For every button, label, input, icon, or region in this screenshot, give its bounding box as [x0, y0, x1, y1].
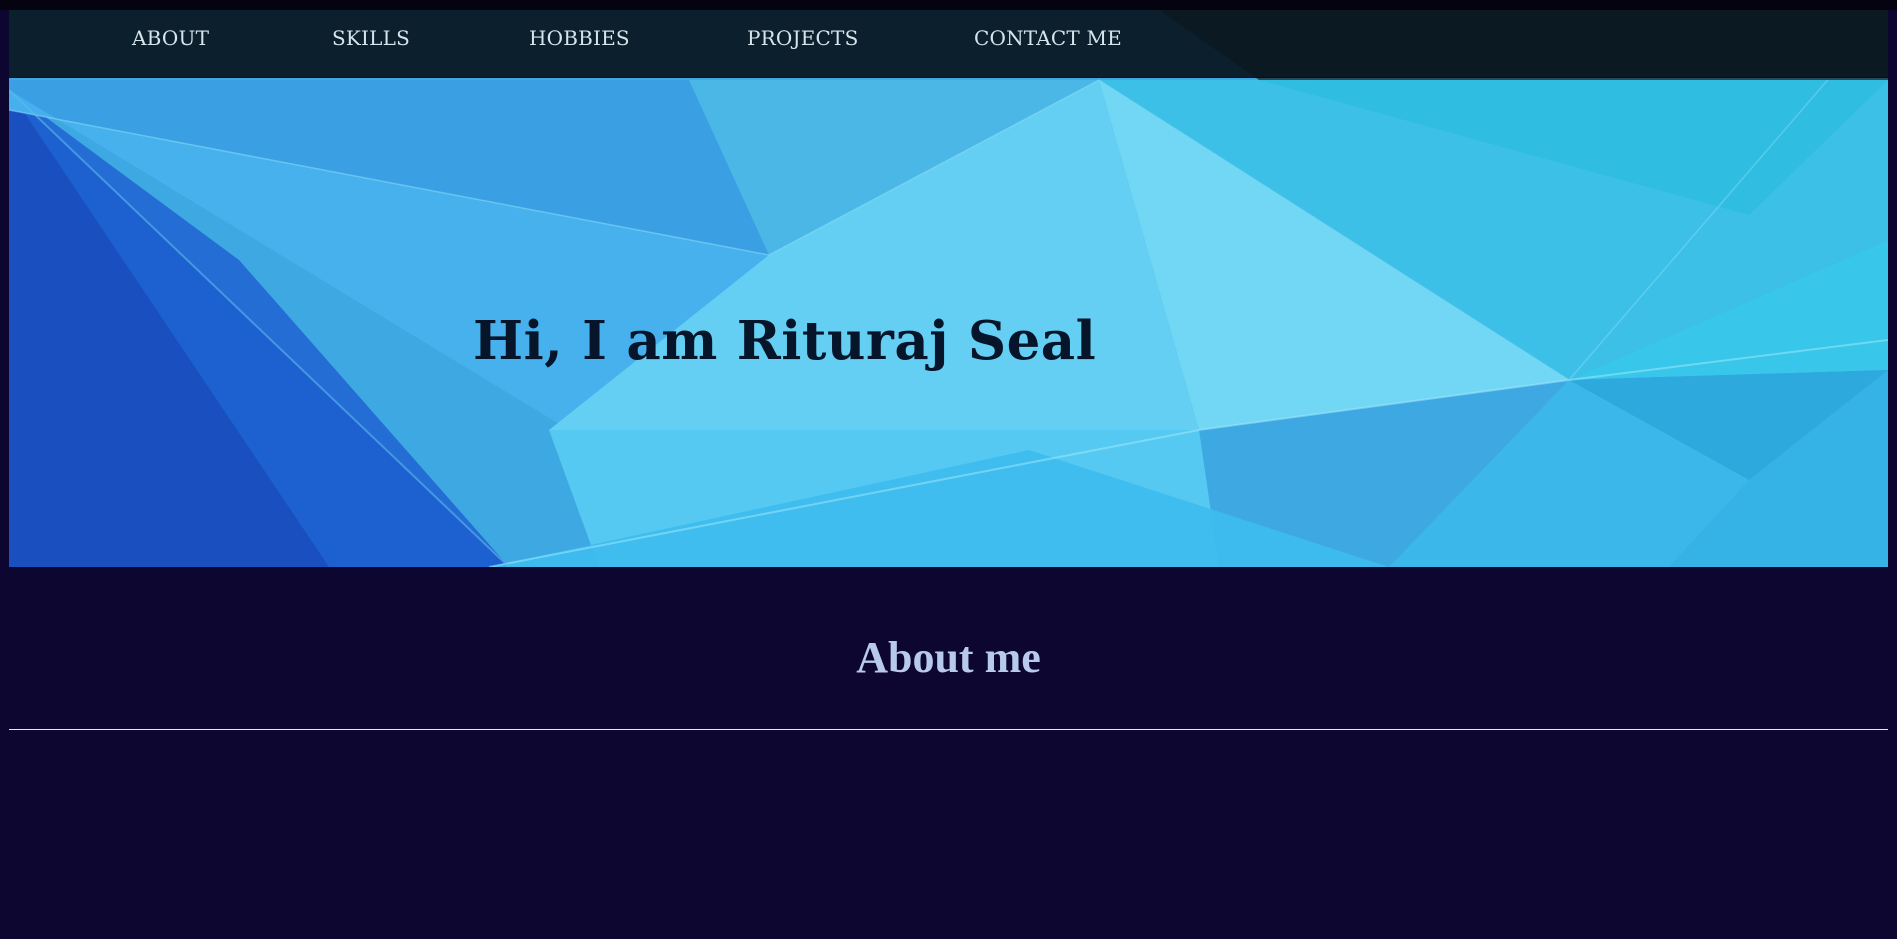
- nav-link-skills[interactable]: SKILLS: [332, 10, 410, 77]
- nav-link-hobbies[interactable]: HOBBIES: [529, 10, 630, 77]
- top-strip: [0, 0, 1897, 10]
- nav-link-contact-me[interactable]: CONTACT ME: [974, 10, 1122, 77]
- portfolio-page: ABOUT SKILLS HOBBIES PROJECTS CONTACT ME…: [0, 0, 1897, 939]
- nav-link-about[interactable]: ABOUT: [132, 10, 209, 77]
- hero-banner: ABOUT SKILLS HOBBIES PROJECTS CONTACT ME…: [9, 10, 1888, 567]
- section-divider: [9, 729, 1888, 730]
- top-navbar: ABOUT SKILLS HOBBIES PROJECTS CONTACT ME: [9, 10, 1888, 78]
- hero-title: Hi, I am Rituraj Seal: [473, 310, 1097, 372]
- hero-background-image: [9, 10, 1888, 567]
- nav-link-projects[interactable]: PROJECTS: [747, 10, 858, 77]
- about-section-heading: About me: [856, 633, 1041, 682]
